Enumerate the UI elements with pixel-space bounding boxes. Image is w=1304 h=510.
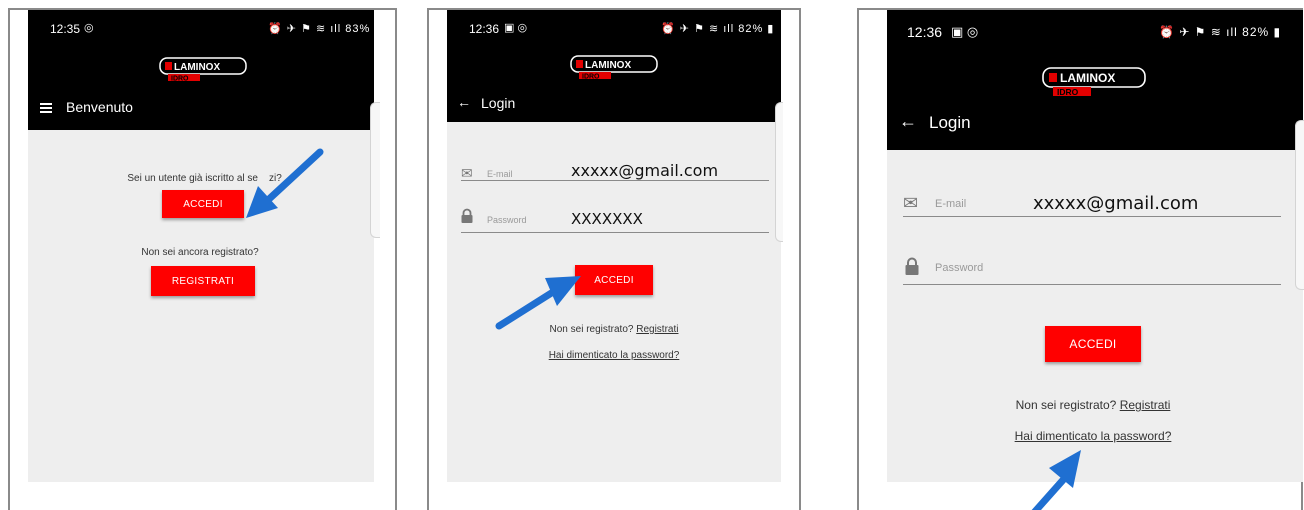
not-registered-text: Non sei registrato?	[1015, 398, 1117, 412]
signal-icons: ⏰ ✈ ⚑ ≋ ıll	[1159, 25, 1243, 39]
phone-screen-login: 12:36 ▣ ◎ ⏰ ✈ ⚑ ≋ ıll 82% ▮ LAMINOX IDRO…	[429, 10, 799, 510]
status-time: 12:36	[907, 24, 943, 40]
phone-screen-login: 12:36 ▣ ◎ ⏰ ✈ ⚑ ≋ ıll 82% ▮ LAMINOX IDRO…	[859, 10, 1304, 510]
email-underline	[461, 180, 769, 181]
svg-text:LAMINOX: LAMINOX	[174, 62, 220, 73]
status-time: 12:36	[469, 22, 500, 36]
blue-arrow-icon	[246, 148, 324, 218]
svg-text:LAMINOX: LAMINOX	[1060, 71, 1115, 85]
email-input[interactable]: xxxxx@gmail.com	[571, 161, 718, 180]
page-title: Benvenuto	[66, 99, 133, 115]
page-title: Login	[929, 113, 971, 132]
svg-text:IDRO: IDRO	[582, 74, 600, 81]
svg-text:LAMINOX: LAMINOX	[585, 60, 631, 71]
battery-level: 82%	[738, 23, 764, 35]
blue-arrow-icon	[495, 276, 581, 330]
forgot-password-link[interactable]: Hai dimenticato la password?	[514, 350, 714, 361]
screenshot-frame-login-forgot: 12:36 ▣ ◎ ⏰ ✈ ⚑ ≋ ıll 82% ▮ LAMINOX IDRO…	[857, 8, 1304, 510]
status-icons: ⏰ ✈ ⚑ ≋ ıll 82% ▮	[1159, 25, 1281, 39]
register-link[interactable]: Registrati	[636, 324, 678, 335]
laminox-logo: LAMINOX IDRO	[159, 57, 247, 83]
camera-status-icon: ◎	[84, 22, 94, 34]
register-link[interactable]: Registrati	[1120, 398, 1171, 412]
email-label: E-mail	[935, 198, 967, 210]
battery-level: 82%	[1242, 25, 1270, 39]
svg-text:IDRO: IDRO	[1057, 87, 1079, 97]
screenshot-frame-welcome: 12:35 ◎ ⏰ ✈ ⚑ ≋ ıll 83% ▮ LAMINOX IDRO B…	[8, 8, 397, 510]
register-prompt: Non sei registrato? Registrati	[973, 398, 1213, 412]
forgot-password-link[interactable]: Hai dimenticato la password?	[973, 429, 1213, 443]
battery-icon: ▮	[1269, 25, 1282, 39]
not-registered-prompt: Non sei ancora registrato?	[141, 247, 259, 258]
status-icons: ⏰ ✈ ⚑ ≋ ıll 83% ▮	[268, 22, 381, 35]
blue-arrow-icon	[1031, 450, 1081, 510]
hamburger-menu-icon[interactable]	[40, 103, 52, 113]
status-icons: ⏰ ✈ ⚑ ≋ ıll 82% ▮	[661, 22, 774, 35]
email-label: E-mail	[487, 169, 513, 179]
password-input[interactable]: XXXXXXX	[571, 210, 643, 228]
arrow-back-icon[interactable]: ←	[457, 94, 471, 110]
email-input[interactable]: xxxxx@gmail.com	[1033, 193, 1198, 214]
gallery-camera-status-icons: ▣ ◎	[504, 22, 528, 34]
register-button[interactable]: REGISTRATI	[151, 266, 255, 296]
signal-icons: ⏰ ✈ ⚑ ≋ ıll	[268, 23, 346, 35]
battery-icon: ▮	[370, 23, 382, 35]
laminox-logo: LAMINOX IDRO	[570, 55, 658, 81]
lock-icon	[905, 257, 919, 275]
page-title: Login	[481, 95, 516, 111]
password-underline	[461, 232, 769, 233]
battery-level: 83%	[345, 23, 371, 35]
email-underline	[903, 216, 1281, 217]
arrow-back-icon[interactable]: ←	[899, 111, 917, 132]
side-drawer-tab[interactable]	[1295, 120, 1304, 290]
status-time: 12:35	[50, 22, 81, 36]
gallery-camera-status-icons: ▣ ◎	[951, 24, 979, 39]
lock-icon	[461, 208, 473, 223]
password-underline	[903, 284, 1281, 285]
login-button[interactable]: ACCEDI	[1045, 326, 1141, 362]
side-drawer-tab[interactable]	[775, 102, 783, 242]
password-label: Password	[487, 215, 527, 225]
envelope-icon: ✉	[903, 193, 919, 213]
signal-icons: ⏰ ✈ ⚑ ≋ ıll	[661, 23, 739, 35]
side-drawer-tab[interactable]	[370, 102, 380, 238]
password-label: Password	[935, 262, 984, 274]
battery-icon: ▮	[763, 23, 775, 35]
screenshot-frame-login-filled: 12:36 ▣ ◎ ⏰ ✈ ⚑ ≋ ıll 82% ▮ LAMINOX IDRO…	[427, 8, 801, 510]
svg-text:IDRO: IDRO	[171, 76, 189, 83]
phone-screen-welcome: 12:35 ◎ ⏰ ✈ ⚑ ≋ ıll 83% ▮ LAMINOX IDRO B…	[10, 10, 395, 510]
laminox-logo: LAMINOX IDRO	[1042, 67, 1146, 97]
